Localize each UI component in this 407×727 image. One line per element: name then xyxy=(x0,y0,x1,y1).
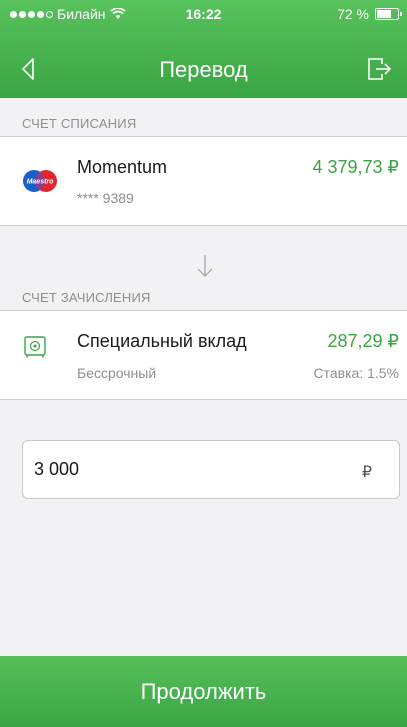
maestro-logo: Maestro xyxy=(23,170,57,192)
debit-account-card[interactable]: Maestro Momentum **** 9389 4 379,73 ₽ xyxy=(0,136,407,226)
app-header: Билайн 16:22 72 % Перевод xyxy=(0,0,407,98)
exit-icon[interactable] xyxy=(363,54,393,84)
vault-icon xyxy=(24,336,46,358)
credit-account-card[interactable]: Специальный вклад Бессрочный 287,29 ₽ Ст… xyxy=(0,310,407,400)
credit-account-amount: 287,29 ₽ xyxy=(327,331,399,351)
credit-section-label: СЧЕТ ЗАЧИСЛЕНИЯ xyxy=(22,290,151,305)
arrow-down-icon xyxy=(197,255,213,277)
maestro-logo-text: Maestro xyxy=(27,179,55,186)
credit-account-name: Специальный вклад xyxy=(77,331,247,351)
page-title: Перевод xyxy=(159,57,248,82)
transfer-amount-value: 3 000 xyxy=(34,459,80,479)
debit-section-label: СЧЕТ СПИСАНИЯ xyxy=(22,116,137,131)
currency-symbol: ₽ xyxy=(361,464,372,481)
continue-button[interactable]: Продолжить xyxy=(0,656,407,727)
transfer-amount-input[interactable]: 3 000 ₽ xyxy=(22,440,400,499)
debit-account-amount: 4 379,73 ₽ xyxy=(312,157,399,177)
status-bar: Билайн 16:22 72 % xyxy=(0,0,407,28)
battery-percent: 72 % xyxy=(337,6,369,22)
credit-account-rate: Ставка: 1.5% xyxy=(313,365,400,381)
nav-bar: Перевод xyxy=(0,44,407,94)
credit-account-term: Бессрочный xyxy=(77,365,157,381)
status-right: 72 % xyxy=(337,6,402,22)
battery-icon xyxy=(375,8,402,20)
debit-account-number: **** 9389 xyxy=(77,190,134,206)
debit-account-name: Momentum xyxy=(77,157,168,177)
